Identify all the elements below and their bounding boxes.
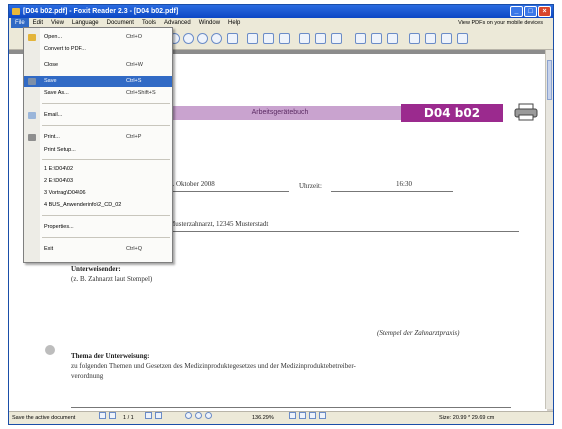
maximize-button[interactable]: □ (524, 6, 537, 17)
topic-line-2: verordnung (71, 372, 104, 380)
menu-separator (42, 125, 170, 126)
menu-item-recent-3[interactable]: 3 Vortrag\D04\06 (24, 188, 172, 199)
vertical-scrollbar[interactable] (545, 50, 553, 409)
menu-item-save[interactable]: Save Ctrl+S (24, 76, 172, 87)
menu-item-email[interactable]: Email... (24, 110, 172, 121)
mobile-devices-link[interactable]: View PDFs on your mobile devices (458, 18, 543, 28)
save-disk-icon (28, 78, 36, 85)
status-first-page-icon[interactable] (99, 412, 106, 419)
minimize-button[interactable]: _ (510, 6, 523, 17)
app-window: [D04 b02.pdf] - Foxit Reader 2.3 - [D04 … (8, 4, 554, 425)
menu-item-recent-2[interactable]: 2 E:\D04\03 (24, 176, 172, 187)
status-page-number[interactable]: 1 / 1 (123, 412, 134, 424)
typewriter-icon[interactable] (457, 33, 468, 44)
document-header-band: Arbeitsgerätebuch (159, 106, 401, 120)
rotate-icon[interactable] (387, 33, 398, 44)
window-title: [D04 b02.pdf] - Foxit Reader 2.3 - [D04 … (23, 8, 179, 15)
single-page-view-icon[interactable] (289, 412, 296, 419)
time-label: Uhrzeit: (299, 182, 322, 190)
facing-view-icon[interactable] (309, 412, 316, 419)
document-code: D04 b02 (401, 104, 503, 122)
back-icon[interactable] (227, 33, 238, 44)
select-text-icon[interactable] (263, 33, 274, 44)
status-zoom-out-icon[interactable] (185, 412, 192, 419)
status-last-page-icon[interactable] (155, 412, 162, 419)
zoom-out-icon[interactable] (315, 33, 326, 44)
continuous-facing-view-icon[interactable] (319, 412, 326, 419)
screen: [D04 b02.pdf] - Foxit Reader 2.3 - [D04 … (0, 0, 562, 429)
scrollbar-thumb[interactable] (547, 60, 552, 100)
status-zoom-slider-icon[interactable] (205, 412, 212, 419)
menu-item-close[interactable]: Close Ctrl+W (24, 60, 172, 71)
status-bar: Save the active document 1 / 1 136.29% S… (9, 411, 553, 424)
time-value: 16:30 (396, 180, 412, 188)
menu-window[interactable]: Window (195, 18, 224, 28)
topic-line-1: zu folgenden Themen und Gesetzen des Med… (71, 362, 356, 370)
menu-separator (42, 103, 170, 104)
search-icon[interactable] (409, 33, 420, 44)
zoom-dropdown-icon[interactable] (331, 33, 342, 44)
status-zoom-in-icon[interactable] (195, 412, 202, 419)
menu-item-recent-1[interactable]: 1 E:\D04\02 (24, 164, 172, 175)
bookmark-icon[interactable] (425, 33, 436, 44)
status-message: Save the active document (12, 415, 76, 421)
close-button[interactable]: × (538, 6, 551, 17)
title-bar[interactable]: [D04 b02.pdf] - Foxit Reader 2.3 - [D04 … (9, 5, 553, 18)
menu-help[interactable]: Help (224, 18, 244, 28)
topic-line (71, 407, 511, 408)
menu-item-save-as[interactable]: Save As... Ctrl+Shift+S (24, 88, 172, 99)
next-page-icon[interactable] (197, 33, 208, 44)
instructor-note: (z. B. Zahnarzt laut Stempel) (71, 275, 153, 283)
email-icon (28, 112, 36, 119)
last-page-icon[interactable] (211, 33, 222, 44)
fit-page-icon[interactable] (355, 33, 366, 44)
open-folder-icon (28, 34, 36, 41)
menu-item-open[interactable]: Open... Ctrl+O (24, 32, 172, 43)
menu-item-convert-to-pdf[interactable]: Convert to PDF... (24, 44, 172, 55)
continuous-view-icon[interactable] (299, 412, 306, 419)
app-icon (12, 8, 20, 15)
file-menu: Open... Ctrl+O Convert to PDF... Close C… (23, 27, 173, 263)
previous-page-icon[interactable] (183, 33, 194, 44)
status-zoom-level[interactable]: 136.29% (252, 412, 274, 424)
stamp-note: (Stempel der Zahnarztpraxis) (377, 329, 460, 337)
printer-icon[interactable] (514, 103, 538, 121)
menu-item-recent-4[interactable]: 4 BUS_Anwenderinfo\2_CD_02 (24, 200, 172, 211)
menu-item-exit[interactable]: Exit Ctrl+Q (24, 244, 172, 255)
menu-item-print-setup[interactable]: Print Setup... (24, 145, 172, 156)
menu-separator (42, 215, 170, 216)
hand-tool-icon[interactable] (247, 33, 258, 44)
date-line (169, 191, 289, 192)
fit-width-icon[interactable] (371, 33, 382, 44)
menu-separator (42, 159, 170, 160)
topic-heading: Thema der Unterweisung: (71, 352, 150, 360)
date-value: 0. Oktober 2008 (169, 180, 215, 188)
status-previous-page-icon[interactable] (109, 412, 116, 419)
menu-item-properties[interactable]: Properties... (24, 222, 172, 233)
address-line (169, 231, 519, 232)
bullet-icon (45, 345, 55, 355)
instructor-heading: Unterweisender: (71, 265, 121, 273)
menu-item-print[interactable]: Print... Ctrl+P (24, 132, 172, 143)
menu-separator (42, 237, 170, 238)
zoom-in-icon[interactable] (299, 33, 310, 44)
status-next-page-icon[interactable] (145, 412, 152, 419)
address-value: Musterzahnarzt, 12345 Musterstadt (169, 220, 269, 228)
snapshot-icon[interactable] (279, 33, 290, 44)
comment-icon[interactable] (441, 33, 452, 44)
status-page-size: Size: 20.99 * 29.69 cm (439, 415, 495, 421)
print-icon (28, 134, 36, 141)
time-line (331, 191, 453, 192)
